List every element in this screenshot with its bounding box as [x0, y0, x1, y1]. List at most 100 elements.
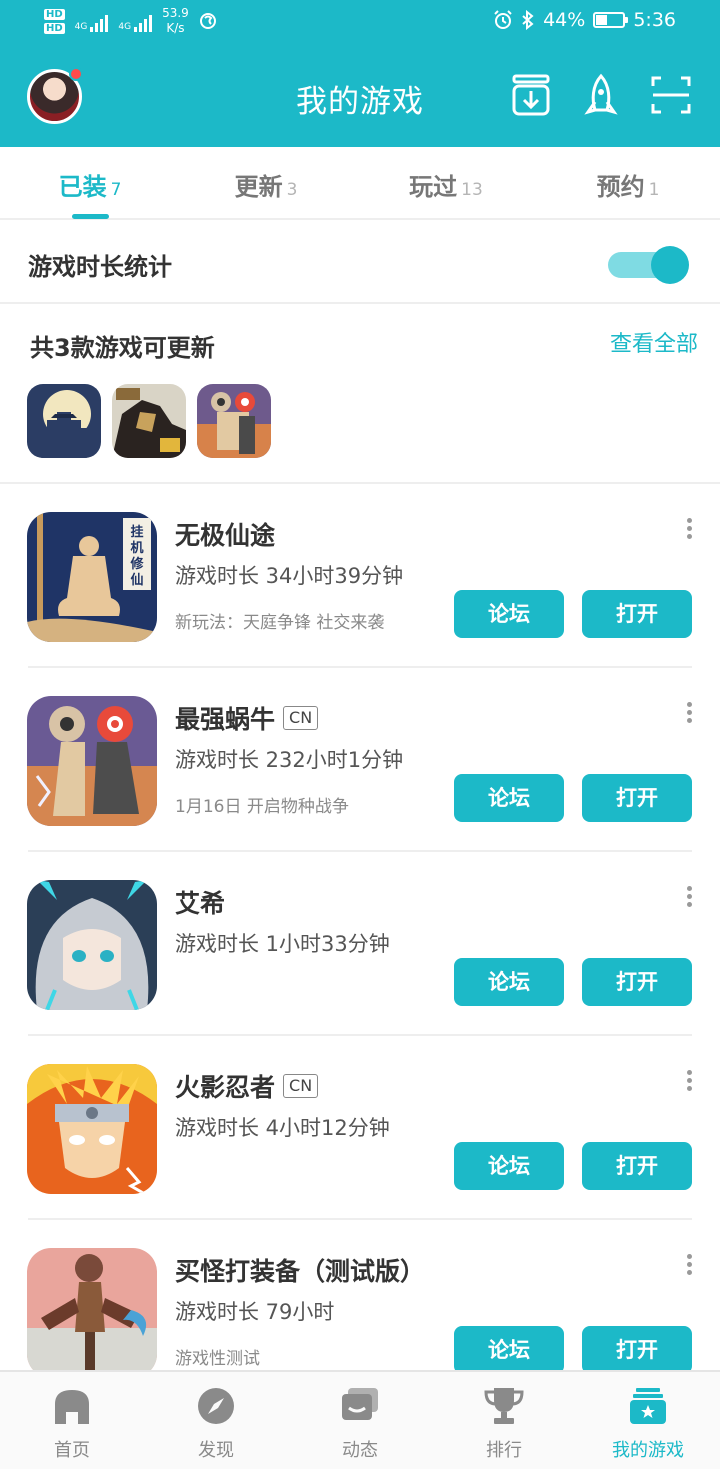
tab-label: 预约 [596, 173, 645, 201]
game-icon[interactable]: 挂 机 修 仙 [27, 512, 157, 642]
game-list-item[interactable]: 挂 机 修 仙 无极仙途 游戏时长 34小时39分钟 新玩法：天庭争锋 社交来袭… [0, 484, 720, 668]
net-speed: 53.9 K/s [162, 6, 189, 36]
more-options-icon[interactable] [682, 518, 696, 542]
nav-label: 首页 [54, 1440, 90, 1461]
forum-button[interactable]: 论坛 [454, 774, 564, 822]
forum-button[interactable]: 论坛 [454, 958, 564, 1006]
tab-bar: 已装 7 更新 3 玩过 13 预约 1 [0, 147, 720, 220]
game-name: 火影忍者 [175, 1073, 276, 1102]
status-left: HD HD 4G 4G 53.9 K/s [44, 6, 217, 36]
tab-label: 玩过 [409, 173, 458, 201]
tab-updates[interactable]: 更新 3 [216, 167, 316, 207]
app-header: HD HD 4G 4G 53.9 K/s 44% 5:36 我的游戏 [0, 0, 720, 147]
tab-installed[interactable]: 已装 7 [40, 167, 140, 207]
game-list-item[interactable]: 火影忍者 CN 游戏时长 4小时12分钟 论坛 打开 [0, 1036, 720, 1220]
tab-indicator [72, 214, 109, 219]
game-name: 艾希 [175, 889, 226, 918]
nav-item-ranking[interactable]: 排行 [432, 1372, 576, 1469]
bluetooth-icon [522, 10, 534, 30]
forum-button[interactable]: 论坛 [454, 1326, 564, 1374]
open-button[interactable]: 打开 [582, 958, 692, 1006]
game-playtime: 游戏时长 4小时12分钟 [175, 1116, 390, 1140]
clock: 5:36 [633, 9, 676, 31]
game-icon[interactable] [27, 1248, 157, 1378]
region-tag: CN [283, 706, 319, 730]
forum-button[interactable]: 论坛 [454, 590, 564, 638]
region-tag: CN [283, 1074, 319, 1098]
status-bar: HD HD 4G 4G 53.9 K/s 44% 5:36 [0, 0, 720, 46]
battery-percent: 44% [543, 9, 586, 31]
open-button[interactable]: 打开 [582, 1326, 692, 1374]
tab-label: 更新 [234, 173, 283, 201]
svg-text:仙: 仙 [130, 572, 143, 588]
rocket-icon[interactable] [580, 72, 622, 118]
nav-item-discover[interactable]: 发现 [144, 1372, 288, 1469]
nav-label: 动态 [342, 1440, 378, 1461]
trophy-icon [484, 1388, 524, 1424]
scan-icon[interactable] [650, 72, 692, 118]
nav-item-my-games[interactable]: 我的游戏 [576, 1372, 720, 1469]
updates-title: 共3款游戏可更新 [30, 334, 215, 362]
game-icon[interactable] [27, 880, 157, 1010]
open-button[interactable]: 打开 [582, 1142, 692, 1190]
nav-item-feed[interactable]: 动态 [288, 1372, 432, 1469]
forum-button[interactable]: 论坛 [454, 1142, 564, 1190]
nav-label: 我的游戏 [612, 1440, 684, 1461]
tab-reserved[interactable]: 预约 1 [578, 167, 678, 207]
update-game-icon[interactable] [197, 384, 271, 458]
game-name-row: 最强蜗牛 CN [175, 700, 319, 736]
signal-bars-1-icon [90, 10, 109, 32]
signal-bars-2-icon [134, 10, 153, 32]
nav-label: 发现 [198, 1440, 234, 1461]
net-speed-unit: K/s [166, 21, 185, 35]
download-manager-icon[interactable] [510, 72, 552, 118]
game-icon[interactable] [27, 696, 157, 826]
playtime-stats-toggle[interactable] [608, 246, 692, 284]
home-icon [55, 1390, 89, 1424]
hd1-badge: HD [44, 8, 65, 20]
game-playtime: 游戏时长 79小时 [175, 1300, 335, 1324]
game-name: 无极仙途 [175, 521, 276, 550]
playtime-stats-label: 游戏时长统计 [28, 253, 172, 281]
tab-count: 3 [286, 180, 298, 200]
open-button[interactable]: 打开 [582, 774, 692, 822]
more-options-icon[interactable] [682, 886, 696, 910]
game-list-item[interactable]: 艾希 游戏时长 1小时33分钟 论坛 打开 [0, 852, 720, 1036]
toggle-knob [651, 246, 689, 284]
tab-label: 已装 [58, 173, 107, 201]
more-options-icon[interactable] [682, 702, 696, 726]
hd-indicators: HD HD [44, 8, 65, 34]
hd2-badge: HD [44, 22, 65, 34]
game-playtime: 游戏时长 232小时1分钟 [175, 748, 404, 772]
battery-icon [593, 12, 629, 28]
updates-section: 共3款游戏可更新 查看全部 [0, 304, 720, 484]
game-note: 1月16日 开启物种战争 [175, 797, 349, 817]
tab-count: 7 [110, 180, 122, 200]
status-right: 44% 5:36 [493, 9, 676, 31]
nav-item-home[interactable]: 首页 [0, 1372, 144, 1469]
game-name-row: 艾希 [175, 884, 225, 920]
tab-played[interactable]: 玩过 13 [390, 167, 502, 207]
bottom-nav: 首页 发现 动态 排行 我的游戏 [0, 1370, 720, 1469]
view-all-link[interactable]: 查看全部 [610, 326, 698, 358]
net2-label: 4G [118, 22, 132, 32]
open-button[interactable]: 打开 [582, 590, 692, 638]
playtime-stats-row: 游戏时长统计 [0, 222, 720, 304]
svg-text:机: 机 [130, 540, 143, 556]
game-list-item[interactable]: 最强蜗牛 CN 游戏时长 232小时1分钟 1月16日 开启物种战争 论坛 打开 [0, 668, 720, 852]
game-icon[interactable] [27, 1064, 157, 1194]
alarm-icon [494, 10, 512, 29]
update-game-icon[interactable] [112, 384, 186, 458]
game-name: 最强蜗牛 [175, 705, 276, 734]
data-saver-icon [199, 13, 216, 29]
tab-count: 13 [461, 180, 483, 200]
net1-label: 4G [74, 22, 88, 32]
compass-icon [198, 1388, 234, 1424]
more-options-icon[interactable] [682, 1254, 696, 1278]
game-note: 游戏性测试 [175, 1349, 260, 1369]
game-note: 新玩法：天庭争锋 社交来袭 [175, 613, 385, 633]
update-game-icon[interactable] [27, 384, 101, 458]
more-options-icon[interactable] [682, 1070, 696, 1094]
game-name: 买怪打装备（测试版） [175, 1257, 426, 1286]
tab-count: 1 [648, 180, 660, 200]
